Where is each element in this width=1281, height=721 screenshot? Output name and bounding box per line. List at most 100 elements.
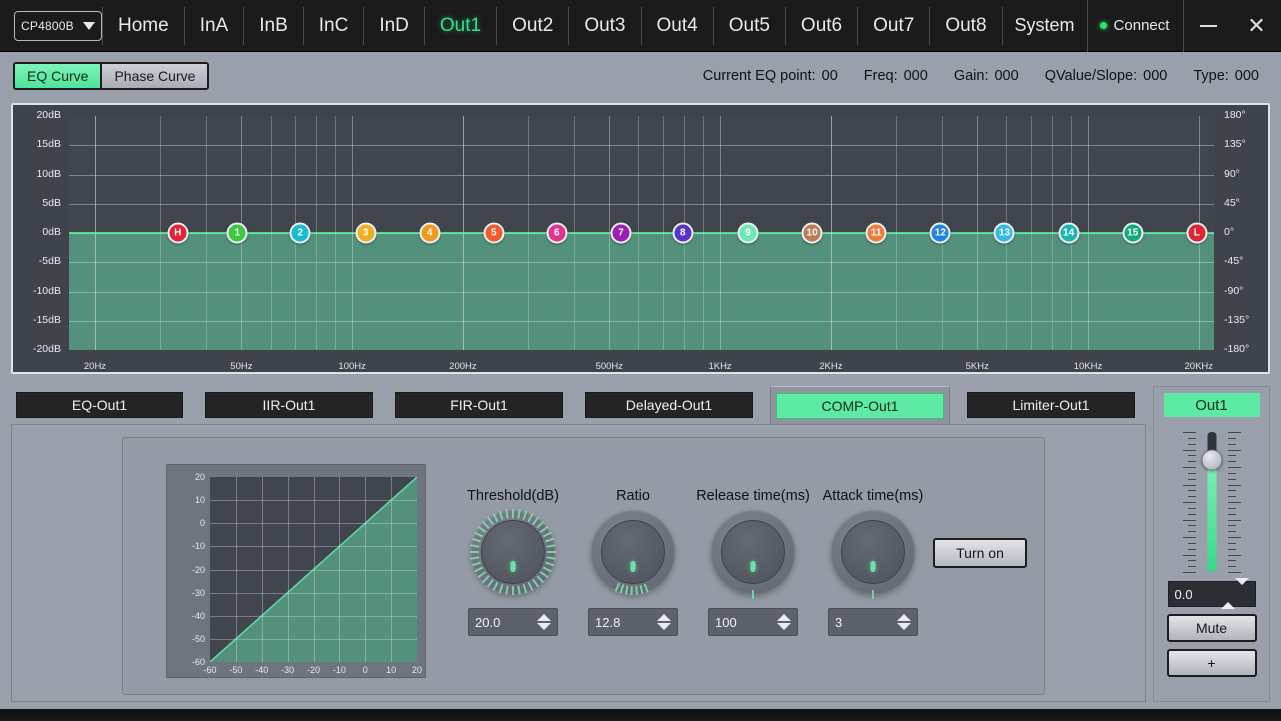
curve-tab-phase[interactable]: Phase Curve — [102, 64, 207, 88]
nav-item-inb[interactable]: InB — [244, 0, 303, 52]
eq-gridline-vertical — [352, 116, 353, 350]
ratio-knob[interactable] — [591, 510, 675, 594]
comp-y-axis-label: 20 — [167, 472, 205, 482]
nav-item-out6[interactable]: Out6 — [786, 0, 857, 52]
fader-handle[interactable] — [1201, 450, 1222, 471]
nav-item-ind[interactable]: InD — [364, 0, 424, 52]
eq-point-marker[interactable]: 8 — [672, 223, 693, 244]
eq-y2-axis-label: -90° — [1224, 285, 1243, 297]
title-bar: CP4800B HomeInAInBInCInDOut1Out2Out3Out4… — [0, 0, 1281, 52]
nav-item-inc[interactable]: InC — [304, 0, 364, 52]
arrow-down-icon[interactable] — [657, 623, 671, 630]
knob-tick — [478, 571, 486, 578]
module-tab-fir-out1[interactable]: FIR-Out1 — [395, 392, 563, 418]
output-fader[interactable] — [1164, 426, 1260, 576]
fader-tick — [1188, 490, 1196, 491]
attack-stepper[interactable]: 3 — [828, 608, 918, 636]
arrow-up-icon[interactable] — [777, 614, 791, 621]
eq-y2-axis-label: -45° — [1224, 255, 1243, 267]
eq-point-marker[interactable]: 10 — [802, 223, 823, 244]
eq-point-marker[interactable]: L — [1186, 223, 1207, 244]
knob-tick — [493, 513, 499, 522]
compressor-power-button[interactable]: Turn on — [933, 538, 1027, 568]
eq-point-marker[interactable]: 2 — [290, 223, 311, 244]
release-stepper[interactable]: 100 — [708, 608, 798, 636]
arrow-up-icon[interactable] — [657, 614, 671, 621]
eq-point-marker[interactable]: H — [167, 223, 188, 244]
arrow-down-icon[interactable] — [537, 623, 551, 630]
arrow-up-icon[interactable] — [537, 614, 551, 621]
eq-y-axis-label: 20dB — [13, 109, 61, 121]
nav-item-out3[interactable]: Out3 — [569, 0, 640, 52]
release-knob[interactable] — [711, 510, 795, 594]
eq-y-axis-label: -10dB — [13, 285, 61, 297]
nav-item-ina[interactable]: InA — [185, 0, 244, 52]
module-tab-comp-out1[interactable]: COMP-Out1 — [776, 393, 944, 419]
eq-point-marker[interactable]: 1 — [227, 223, 248, 244]
eq-curve-panel[interactable]: H123456789101112131415L 20dB180°15dB135°… — [11, 103, 1270, 374]
threshold-stepper[interactable]: 20.0 — [468, 608, 558, 636]
mute-button[interactable]: Mute — [1167, 614, 1257, 642]
arrow-up-icon[interactable] — [1221, 585, 1235, 609]
arrow-down-icon[interactable] — [897, 623, 911, 630]
ratio-stepper[interactable]: 12.8 — [588, 608, 678, 636]
eq-point-marker[interactable]: 12 — [930, 223, 951, 244]
arrow-down-icon[interactable] — [777, 623, 791, 630]
module-tab-limiter-out1[interactable]: Limiter-Out1 — [967, 392, 1135, 418]
release-stepper-arrows[interactable] — [777, 614, 791, 630]
knob-tick — [545, 562, 554, 567]
attack-knob-indicator — [871, 561, 876, 572]
module-tab-eq-out1[interactable]: EQ-Out1 — [16, 392, 183, 418]
nav-item-home[interactable]: Home — [103, 0, 184, 52]
fader-tick — [1228, 572, 1241, 573]
eq-gridline-vertical-minor — [1052, 116, 1053, 350]
module-tab-iir-out1[interactable]: IIR-Out1 — [205, 392, 373, 418]
arrow-up-icon[interactable] — [897, 614, 911, 621]
fader-tick — [1228, 432, 1241, 433]
module-tab-bar: EQ-Out1 IIR-Out1 FIR-Out1 Delayed-Out1 COMP-… — [11, 386, 1146, 424]
eq-point-marker[interactable]: 14 — [1058, 223, 1079, 244]
eq-point-marker[interactable]: 11 — [866, 223, 887, 244]
fader-scale-right — [1228, 432, 1242, 572]
threshold-stepper-arrows[interactable] — [537, 614, 551, 630]
eq-point-marker[interactable]: 3 — [355, 223, 376, 244]
eq-point-marker[interactable]: 15 — [1122, 223, 1143, 244]
threshold-knob[interactable] — [471, 510, 555, 594]
compressor-power-label: Turn on — [956, 545, 1004, 561]
device-model-dropdown[interactable]: CP4800B — [14, 11, 102, 41]
eq-y-axis-label: 10dB — [13, 168, 61, 180]
eq-point-marker[interactable]: 9 — [737, 223, 758, 244]
module-tab-delayed-out1[interactable]: Delayed-Out1 — [585, 392, 753, 418]
eq-y-axis-label: -15dB — [13, 314, 61, 326]
attack-stepper-arrows[interactable] — [897, 614, 911, 630]
module-tab-shell: IIR-Out1 — [200, 386, 378, 424]
nav-item-out7[interactable]: Out7 — [858, 0, 929, 52]
close-button[interactable]: ✕ — [1232, 0, 1280, 52]
knob-tick — [472, 562, 481, 567]
output-gain-stepper[interactable]: 0.0 — [1168, 581, 1256, 607]
nav-item-out5[interactable]: Out5 — [714, 0, 785, 52]
eq-point-marker[interactable]: 5 — [483, 223, 504, 244]
nav-item-out1[interactable]: Out1 — [425, 0, 496, 52]
output-channel-header[interactable]: Out1 — [1164, 393, 1260, 417]
ratio-stepper-arrows[interactable] — [657, 614, 671, 630]
nav-item-out8[interactable]: Out8 — [930, 0, 1001, 52]
eq-point-marker[interactable]: 7 — [610, 223, 631, 244]
comp-x-axis-label: -40 — [255, 665, 268, 675]
attack-knob[interactable] — [831, 510, 915, 594]
nav-item-system[interactable]: System — [1003, 0, 1087, 52]
nav-item-out2[interactable]: Out2 — [497, 0, 568, 52]
minimize-button[interactable] — [1184, 0, 1232, 52]
curve-tab-eq[interactable]: EQ Curve — [15, 64, 102, 88]
eq-point-marker[interactable]: 13 — [994, 223, 1015, 244]
add-channel-button[interactable]: + — [1167, 649, 1257, 677]
nav-item-out4[interactable]: Out4 — [642, 0, 713, 52]
eq-point-marker[interactable]: 4 — [419, 223, 440, 244]
knob-tick — [470, 544, 479, 547]
eq-point-marker[interactable]: 6 — [546, 223, 567, 244]
output-gain-arrows[interactable] — [1221, 585, 1249, 603]
taskbar — [0, 709, 1281, 721]
connect-button[interactable]: Connect — [1087, 0, 1185, 52]
eq-plot-area[interactable]: H123456789101112131415L — [69, 116, 1214, 350]
arrow-down-icon[interactable] — [1235, 578, 1249, 602]
